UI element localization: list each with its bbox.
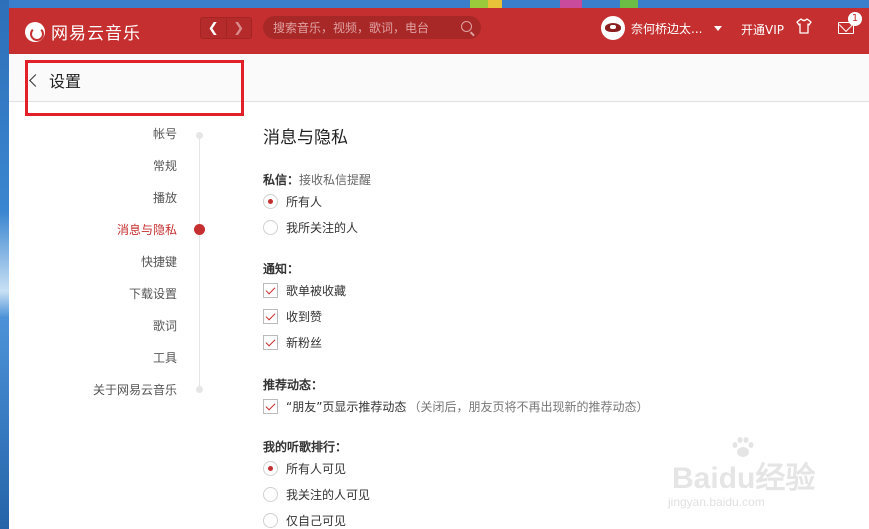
- sidebar-timeline: [199, 132, 200, 388]
- check-received-like[interactable]: 收到赞: [263, 308, 322, 325]
- section-title: 消息与隐私: [263, 128, 348, 148]
- sidebar-item-download[interactable]: 下载设置: [129, 285, 177, 302]
- avatar[interactable]: [601, 16, 625, 40]
- search-box[interactable]: [263, 16, 481, 39]
- sidebar-item-about[interactable]: 关于网易云音乐: [93, 381, 177, 398]
- unread-badge: 1: [848, 12, 862, 26]
- sidebar-item-account[interactable]: 帐号: [153, 125, 177, 142]
- search-input[interactable]: [273, 20, 453, 35]
- sidebar-active-dot: [194, 224, 205, 235]
- user-menu[interactable]: 奈何桥边太...: [601, 16, 723, 40]
- sidebar-item-message-privacy[interactable]: 消息与隐私: [117, 221, 177, 238]
- app-logo[interactable]: 网易云音乐: [25, 19, 141, 44]
- sidebar-item-shortcuts[interactable]: 快捷键: [141, 253, 177, 270]
- chevron-down-icon[interactable]: [714, 25, 723, 31]
- private-msg-label: 私信：接收私信提醒: [263, 173, 372, 187]
- radio-button[interactable]: [263, 513, 278, 528]
- annotation-highlight-box: [25, 60, 244, 116]
- radio-button[interactable]: [263, 194, 278, 209]
- radio-button[interactable]: [263, 220, 278, 235]
- ranking-label: 我的听歌排行：: [263, 440, 348, 454]
- app-name: 网易云音乐: [51, 24, 141, 44]
- sidebar-dot: [196, 386, 203, 393]
- checkbox[interactable]: [263, 283, 278, 298]
- check-show-recommend[interactable]: “朋友”页显示推荐动态 （关闭后，朋友页将不再出现新的推荐动态）: [263, 398, 648, 415]
- checkbox[interactable]: [263, 309, 278, 324]
- check-playlist-collected[interactable]: 歌单被收藏: [263, 282, 346, 299]
- radio-ranking-everyone[interactable]: 所有人可见: [263, 460, 346, 477]
- sidebar-item-tools[interactable]: 工具: [153, 349, 177, 366]
- forward-nav-button[interactable]: ❯: [225, 18, 252, 38]
- sidebar-item-lyrics[interactable]: 歌词: [153, 317, 177, 334]
- check-new-fans[interactable]: 新粉丝: [263, 334, 322, 351]
- notify-label: 通知：: [263, 262, 300, 276]
- radio-private-followed[interactable]: 我所关注的人: [263, 219, 358, 236]
- skin-shirt-icon[interactable]: [795, 17, 813, 35]
- sidebar-dot: [196, 132, 203, 139]
- radio-ranking-self[interactable]: 仅自己可见: [263, 512, 346, 529]
- open-vip-button[interactable]: 开通VIP: [741, 21, 784, 38]
- sidebar-item-play[interactable]: 播放: [153, 189, 177, 206]
- desktop-background-left: [0, 0, 9, 529]
- search-icon[interactable]: [461, 21, 472, 32]
- checkbox[interactable]: [263, 399, 278, 414]
- history-nav: ❮ ❯: [200, 17, 252, 39]
- desktop-background-top: [0, 0, 869, 8]
- radio-private-everyone[interactable]: 所有人: [263, 193, 322, 210]
- radio-ranking-followed[interactable]: 我关注的人可见: [263, 486, 370, 503]
- netease-music-logo-icon: [25, 21, 45, 42]
- radio-button[interactable]: [263, 461, 278, 476]
- baidu-jingyan-watermark: Baidu经验 jingyan.baidu.com: [668, 435, 828, 525]
- recommend-label: 推荐动态：: [263, 378, 324, 392]
- username[interactable]: 奈何桥边太...: [631, 20, 702, 37]
- title-bar: 网易云音乐 ❮ ❯ 奈何桥边太... 开通VIP 1: [9, 8, 869, 54]
- watermark-brand: Baidu经验: [672, 462, 816, 495]
- watermark-url: jingyan.baidu.com: [668, 495, 765, 509]
- back-nav-button[interactable]: ❮: [201, 18, 226, 38]
- sidebar-item-general[interactable]: 常规: [153, 157, 177, 174]
- radio-button[interactable]: [263, 487, 278, 502]
- checkbox[interactable]: [263, 335, 278, 350]
